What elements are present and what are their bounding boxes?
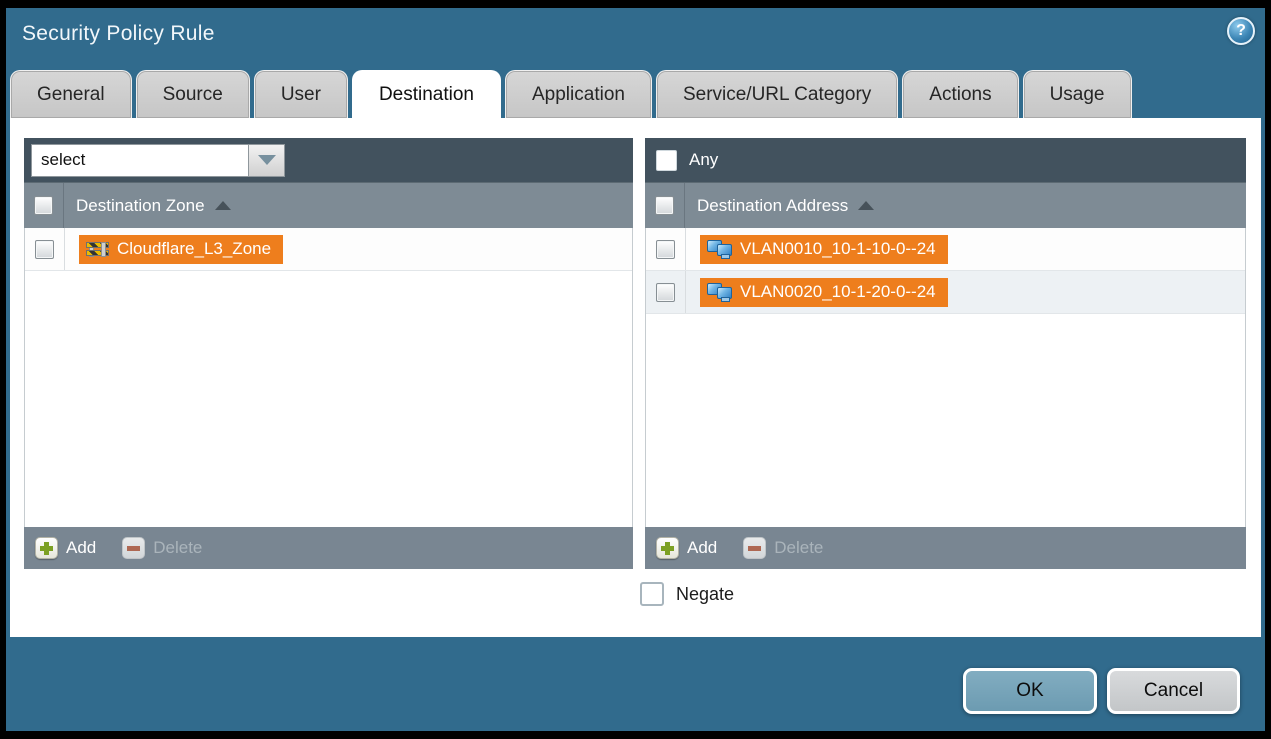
zone-list: Cloudflare_L3_Zone bbox=[24, 228, 633, 527]
add-zone-button[interactable]: Add bbox=[35, 537, 96, 559]
cancel-button[interactable]: Cancel bbox=[1107, 668, 1240, 714]
network-address-icon bbox=[707, 240, 732, 259]
network-address-icon bbox=[707, 283, 732, 302]
address-name: VLAN0020_10-1-20-0--24 bbox=[740, 282, 936, 302]
address-list: VLAN0010_10-1-10-0--24 VLAN0020_10-1-20-… bbox=[645, 228, 1246, 527]
destination-tab-content: select Destination Zone bbox=[10, 118, 1261, 637]
row-checkbox[interactable] bbox=[35, 240, 54, 259]
tab-destination[interactable]: Destination bbox=[352, 70, 501, 118]
zone-chip: Cloudflare_L3_Zone bbox=[79, 235, 283, 264]
negate-checkbox[interactable] bbox=[640, 582, 664, 606]
address-chip: VLAN0010_10-1-10-0--24 bbox=[700, 235, 948, 264]
address-panel-footer: Add Delete bbox=[645, 527, 1246, 569]
tab-source[interactable]: Source bbox=[136, 70, 250, 118]
ok-button[interactable]: OK bbox=[963, 668, 1097, 714]
row-checkbox[interactable] bbox=[656, 283, 675, 302]
address-name: VLAN0010_10-1-10-0--24 bbox=[740, 239, 936, 259]
security-policy-rule-dialog: Security Policy Rule ? General Source Us… bbox=[6, 8, 1265, 731]
page-title: Security Policy Rule bbox=[22, 22, 215, 46]
address-select-all-checkbox[interactable] bbox=[655, 196, 674, 215]
tab-label: Source bbox=[163, 84, 223, 106]
destination-zone-panel: select Destination Zone bbox=[24, 138, 633, 569]
zone-name: Cloudflare_L3_Zone bbox=[117, 239, 271, 259]
minus-icon bbox=[122, 537, 145, 559]
address-column-title[interactable]: Destination Address bbox=[697, 196, 848, 216]
zone-panel-toolbar: select bbox=[24, 138, 633, 182]
table-row[interactable]: VLAN0010_10-1-10-0--24 bbox=[646, 228, 1245, 271]
zone-icon bbox=[86, 241, 109, 257]
tab-label: Actions bbox=[929, 84, 991, 106]
zone-select-combobox[interactable]: select bbox=[31, 144, 285, 177]
address-column-header: Destination Address bbox=[645, 182, 1246, 228]
negate-row: Negate bbox=[640, 582, 734, 606]
table-row[interactable]: Cloudflare_L3_Zone bbox=[25, 228, 632, 271]
address-chip: VLAN0020_10-1-20-0--24 bbox=[700, 278, 948, 307]
tab-label: User bbox=[281, 84, 321, 106]
tab-actions[interactable]: Actions bbox=[902, 70, 1018, 118]
tab-service-url-category[interactable]: Service/URL Category bbox=[656, 70, 898, 118]
chevron-down-icon bbox=[258, 155, 276, 165]
help-icon[interactable]: ? bbox=[1227, 17, 1255, 45]
negate-label: Negate bbox=[676, 584, 734, 605]
sort-ascending-icon[interactable] bbox=[858, 201, 874, 210]
tab-general[interactable]: General bbox=[10, 70, 132, 118]
table-row[interactable]: VLAN0020_10-1-20-0--24 bbox=[646, 271, 1245, 314]
tab-user[interactable]: User bbox=[254, 70, 348, 118]
plus-icon bbox=[656, 537, 679, 559]
sort-ascending-icon[interactable] bbox=[215, 201, 231, 210]
delete-address-button[interactable]: Delete bbox=[743, 537, 823, 559]
tab-label: Service/URL Category bbox=[683, 84, 871, 106]
plus-icon bbox=[35, 537, 58, 559]
delete-zone-button[interactable]: Delete bbox=[122, 537, 202, 559]
any-label: Any bbox=[689, 150, 718, 170]
tab-application[interactable]: Application bbox=[505, 70, 652, 118]
tab-usage[interactable]: Usage bbox=[1023, 70, 1132, 118]
tab-bar: General Source User Destination Applicat… bbox=[10, 70, 1132, 118]
tab-label: Usage bbox=[1050, 84, 1105, 106]
add-address-button[interactable]: Add bbox=[656, 537, 717, 559]
minus-icon bbox=[743, 537, 766, 559]
zone-panel-footer: Add Delete bbox=[24, 527, 633, 569]
any-checkbox[interactable] bbox=[656, 150, 677, 171]
zone-column-title[interactable]: Destination Zone bbox=[76, 196, 205, 216]
zone-select-value[interactable]: select bbox=[31, 144, 248, 177]
destination-address-panel: Any Destination Address bbox=[645, 138, 1246, 569]
zone-select-all-checkbox[interactable] bbox=[34, 196, 53, 215]
zone-column-header: Destination Zone bbox=[24, 182, 633, 228]
address-panel-toolbar: Any bbox=[645, 138, 1246, 182]
row-checkbox[interactable] bbox=[656, 240, 675, 259]
tab-label: General bbox=[37, 84, 105, 106]
tab-label: Destination bbox=[379, 84, 474, 106]
zone-select-dropdown-button[interactable] bbox=[248, 144, 285, 177]
tab-label: Application bbox=[532, 84, 625, 106]
